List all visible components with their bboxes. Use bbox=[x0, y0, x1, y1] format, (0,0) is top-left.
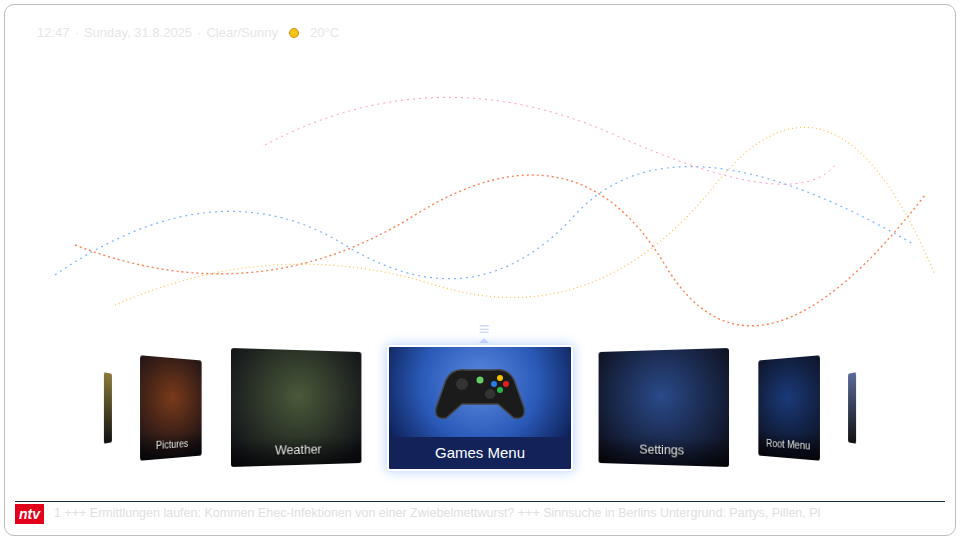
menu-tile[interactable]: Settings bbox=[599, 348, 729, 467]
tile-label-bar: Root Menu bbox=[758, 431, 820, 461]
temperature: 20°C bbox=[310, 23, 339, 43]
menu-carousel: Pictures Weather Games Menu Settings Root Me… bbox=[15, 345, 945, 502]
media-center: 12:47·Sunday, 31.8.2025·Clear/Sunny20°C≡… bbox=[15, 15, 945, 525]
ntv-logo: ntv bbox=[15, 504, 44, 524]
tile-label: Weather bbox=[275, 439, 322, 460]
tile-label: Pictures bbox=[156, 434, 189, 453]
menu-tile-edge[interactable] bbox=[848, 372, 856, 443]
tile-label-bar: Pictures bbox=[140, 431, 202, 461]
separator: · bbox=[75, 23, 79, 43]
menu-tile[interactable]: Weather bbox=[231, 348, 361, 467]
tile-label: Root Menu bbox=[766, 434, 810, 453]
menu-indicator[interactable]: ≡ bbox=[479, 320, 490, 338]
tile-label: Games Menu bbox=[435, 442, 525, 465]
date: Sunday, 31.8.2025 bbox=[84, 23, 192, 43]
tile-label-bar: Weather bbox=[231, 436, 361, 468]
weather: Clear/Sunny bbox=[206, 23, 278, 43]
menu-tile[interactable]: Pictures bbox=[140, 355, 202, 461]
screen: 12:47·Sunday, 31.8.2025·Clear/Sunny20°C≡… bbox=[0, 0, 960, 540]
menu-tile[interactable]: Games Menu bbox=[387, 345, 573, 472]
tile-label-bar: Games Menu bbox=[389, 437, 571, 470]
menu-tile[interactable]: Root Menu bbox=[758, 355, 820, 461]
tile-label: Settings bbox=[639, 439, 684, 460]
news-ticker: ntv 1 +++ Ermittlungen laufen: Kommen Ehe… bbox=[15, 501, 945, 525]
status-bar: 12:47·Sunday, 31.8.2025·Clear/Sunny20°C bbox=[15, 15, 945, 43]
gamepad-icon bbox=[432, 362, 528, 422]
frame: 12:47·Sunday, 31.8.2025·Clear/Sunny20°C≡… bbox=[4, 4, 956, 536]
tile-label-bar: Settings bbox=[599, 436, 729, 468]
separator: · bbox=[197, 23, 201, 43]
ticker-text: 1 +++ Ermittlungen laufen: Kommen Ehec-I… bbox=[54, 504, 820, 523]
sun-icon bbox=[289, 28, 299, 38]
up-arrow-icon bbox=[479, 338, 489, 343]
tile-picture bbox=[389, 347, 571, 437]
menu-tile-edge[interactable] bbox=[104, 372, 112, 443]
time: 12:47 bbox=[37, 23, 70, 43]
